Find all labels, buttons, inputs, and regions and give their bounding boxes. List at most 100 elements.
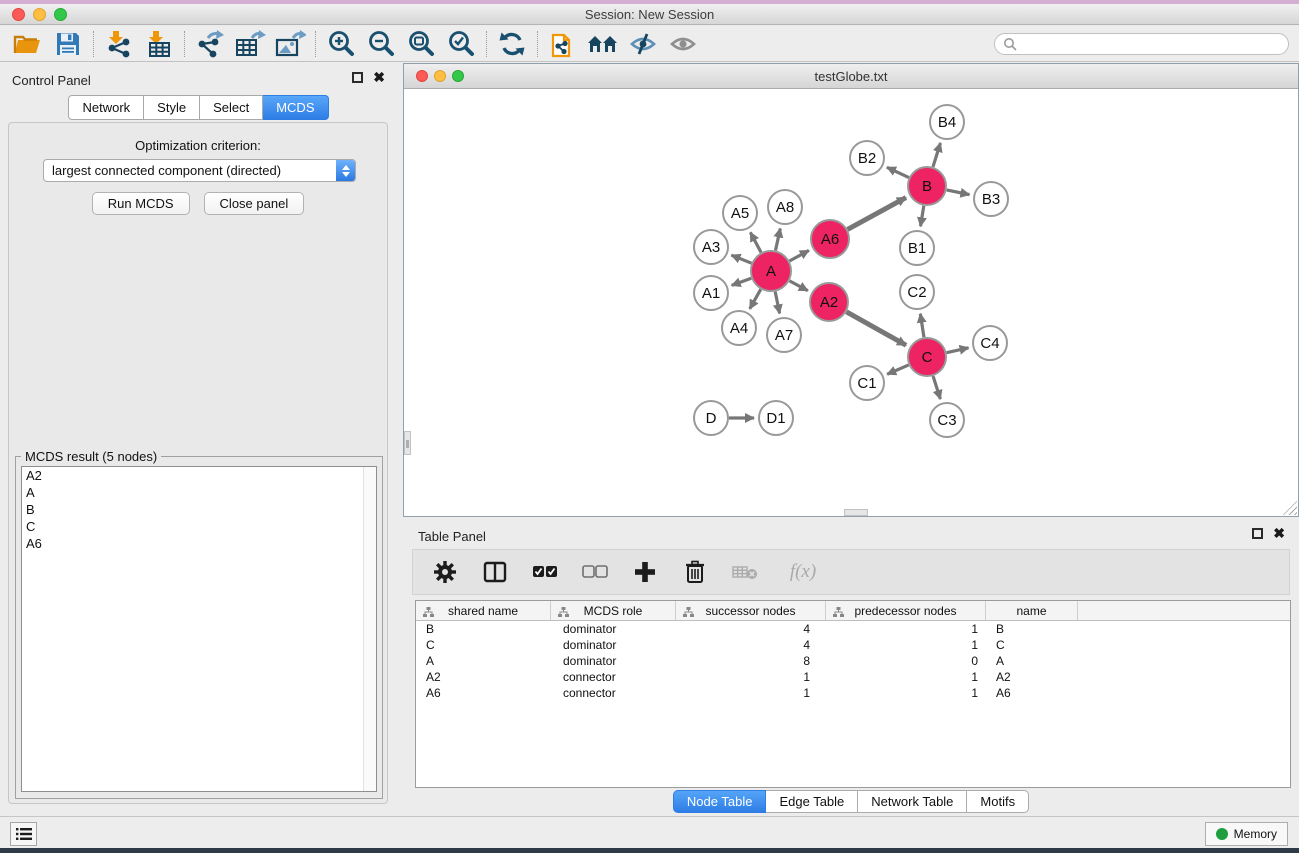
- result-item[interactable]: A2: [22, 467, 376, 484]
- column-header-successor-nodes[interactable]: successor nodes: [676, 601, 826, 620]
- import-network-button[interactable]: [99, 28, 139, 60]
- graph-edge-A-A7[interactable]: [775, 292, 779, 314]
- graph-edge-B-B4[interactable]: [933, 143, 940, 167]
- column-header-name[interactable]: name: [986, 601, 1078, 620]
- tab-mcds[interactable]: MCDS: [263, 95, 328, 120]
- close-table-panel-icon[interactable]: ✖: [1273, 528, 1285, 539]
- memory-button[interactable]: Memory: [1205, 822, 1288, 846]
- table-cell[interactable]: 4: [676, 621, 826, 637]
- hide-panels-button[interactable]: [583, 28, 623, 60]
- graph-edge-A-A2[interactable]: [790, 281, 808, 291]
- table-cell[interactable]: B: [416, 621, 551, 637]
- graph-edge-B-B1[interactable]: [921, 206, 924, 227]
- column-header-shared-name[interactable]: shared name: [416, 601, 551, 620]
- result-item[interactable]: A: [22, 484, 376, 501]
- network-canvas[interactable]: B4B2BB3A5A8A6A3AA1B1C2A4A7A2C4CC1C3DD1: [404, 89, 1298, 516]
- tab-network[interactable]: Network: [68, 95, 144, 120]
- zoom-selected-button[interactable]: [441, 28, 481, 60]
- zoom-in-button[interactable]: [321, 28, 361, 60]
- hide-selected-button[interactable]: [623, 28, 663, 60]
- network-window-titlebar[interactable]: testGlobe.txt: [404, 64, 1298, 89]
- result-item[interactable]: B: [22, 501, 376, 518]
- show-column-button[interactable]: [481, 557, 509, 587]
- column-header-MCDS-role[interactable]: MCDS role: [551, 601, 676, 620]
- close-panel-button[interactable]: Close panel: [204, 192, 305, 215]
- table-cell[interactable]: 1: [826, 621, 986, 637]
- table-cell[interactable]: dominator: [551, 653, 676, 669]
- table-settings-button[interactable]: [431, 557, 459, 587]
- table-cell[interactable]: connector: [551, 669, 676, 685]
- table-cell[interactable]: 1: [826, 637, 986, 653]
- graph-edge-C-C2[interactable]: [920, 314, 924, 337]
- table-cell[interactable]: B: [986, 621, 1078, 637]
- table-cell[interactable]: A2: [986, 669, 1078, 685]
- horizontal-scrollbar-stub[interactable]: [844, 509, 868, 516]
- graph-edge-A2-C[interactable]: [846, 312, 906, 345]
- table-cell[interactable]: 4: [676, 637, 826, 653]
- table-cell[interactable]: A2: [416, 669, 551, 685]
- table-cell[interactable]: A6: [986, 685, 1078, 701]
- network-graph[interactable]: B4B2BB3A5A8A6A3AA1B1C2A4A7A2C4CC1C3DD1: [404, 89, 1298, 516]
- table-cell[interactable]: dominator: [551, 621, 676, 637]
- tab-node-table[interactable]: Node Table: [673, 790, 767, 813]
- graph-edge-A-A3[interactable]: [731, 255, 751, 263]
- graph-edge-C-C4[interactable]: [947, 348, 969, 353]
- tab-select[interactable]: Select: [200, 95, 263, 120]
- float-table-panel-icon[interactable]: [1252, 528, 1263, 539]
- open-file-button[interactable]: [8, 28, 48, 60]
- table-cell[interactable]: C: [416, 637, 551, 653]
- table-row[interactable]: Adominator80A: [416, 653, 1290, 669]
- select-all-rows-button[interactable]: [531, 557, 559, 587]
- table-cell[interactable]: A: [416, 653, 551, 669]
- run-mcds-button[interactable]: Run MCDS: [92, 192, 190, 215]
- graph-edge-A-A8[interactable]: [775, 228, 780, 250]
- tab-network-table[interactable]: Network Table: [858, 790, 967, 813]
- tab-motifs[interactable]: Motifs: [967, 790, 1029, 813]
- table-row[interactable]: Bdominator41B: [416, 621, 1290, 637]
- export-table-button[interactable]: [230, 28, 270, 60]
- table-cell[interactable]: A: [986, 653, 1078, 669]
- graph-edge-A-A6[interactable]: [789, 250, 808, 261]
- graph-edge-A-A5[interactable]: [750, 232, 761, 252]
- apply-layout-button[interactable]: [492, 28, 532, 60]
- save-session-button[interactable]: [48, 28, 88, 60]
- graph-edge-B-B3[interactable]: [947, 190, 970, 195]
- network-from-selection-button[interactable]: [543, 28, 583, 60]
- table-cell[interactable]: dominator: [551, 637, 676, 653]
- table-row[interactable]: A2connector11A2: [416, 669, 1290, 685]
- result-item[interactable]: C: [22, 518, 376, 535]
- table-cell[interactable]: 1: [826, 669, 986, 685]
- criterion-select[interactable]: largest connected component (directed): [43, 159, 356, 182]
- column-header-predecessor-nodes[interactable]: predecessor nodes: [826, 601, 986, 620]
- import-table-button[interactable]: [139, 28, 179, 60]
- zoom-out-button[interactable]: [361, 28, 401, 60]
- result-item[interactable]: A6: [22, 535, 376, 552]
- graph-edge-C-C1[interactable]: [887, 365, 908, 374]
- table-cell[interactable]: 8: [676, 653, 826, 669]
- tab-style[interactable]: Style: [144, 95, 200, 120]
- table-cell[interactable]: 0: [826, 653, 986, 669]
- delete-column-button[interactable]: [681, 557, 709, 587]
- table-row[interactable]: A6connector11A6: [416, 685, 1290, 701]
- table-cell[interactable]: A6: [416, 685, 551, 701]
- result-scrollbar[interactable]: [363, 467, 376, 791]
- graph-edge-C-C3[interactable]: [933, 376, 940, 399]
- graph-edge-A-A1[interactable]: [732, 278, 752, 285]
- mcds-result-list[interactable]: A2ABCA6: [21, 466, 377, 792]
- zoom-fit-button[interactable]: [401, 28, 441, 60]
- export-image-button[interactable]: [270, 28, 310, 60]
- task-history-button[interactable]: [10, 822, 37, 846]
- table-cell[interactable]: 1: [676, 669, 826, 685]
- table-cell[interactable]: 1: [676, 685, 826, 701]
- table-cell[interactable]: connector: [551, 685, 676, 701]
- create-column-button[interactable]: [631, 557, 659, 587]
- graph-edge-A-A4[interactable]: [750, 289, 761, 309]
- search-input[interactable]: [1017, 35, 1288, 53]
- show-eye-button[interactable]: [663, 28, 703, 60]
- table-cell[interactable]: C: [986, 637, 1078, 653]
- graph-edge-B-B2[interactable]: [887, 167, 909, 177]
- table-row[interactable]: Cdominator41C: [416, 637, 1290, 653]
- tab-edge-table[interactable]: Edge Table: [766, 790, 858, 813]
- vertical-scrollbar-stub[interactable]: [404, 431, 411, 455]
- graph-edge-A6-B[interactable]: [848, 198, 906, 230]
